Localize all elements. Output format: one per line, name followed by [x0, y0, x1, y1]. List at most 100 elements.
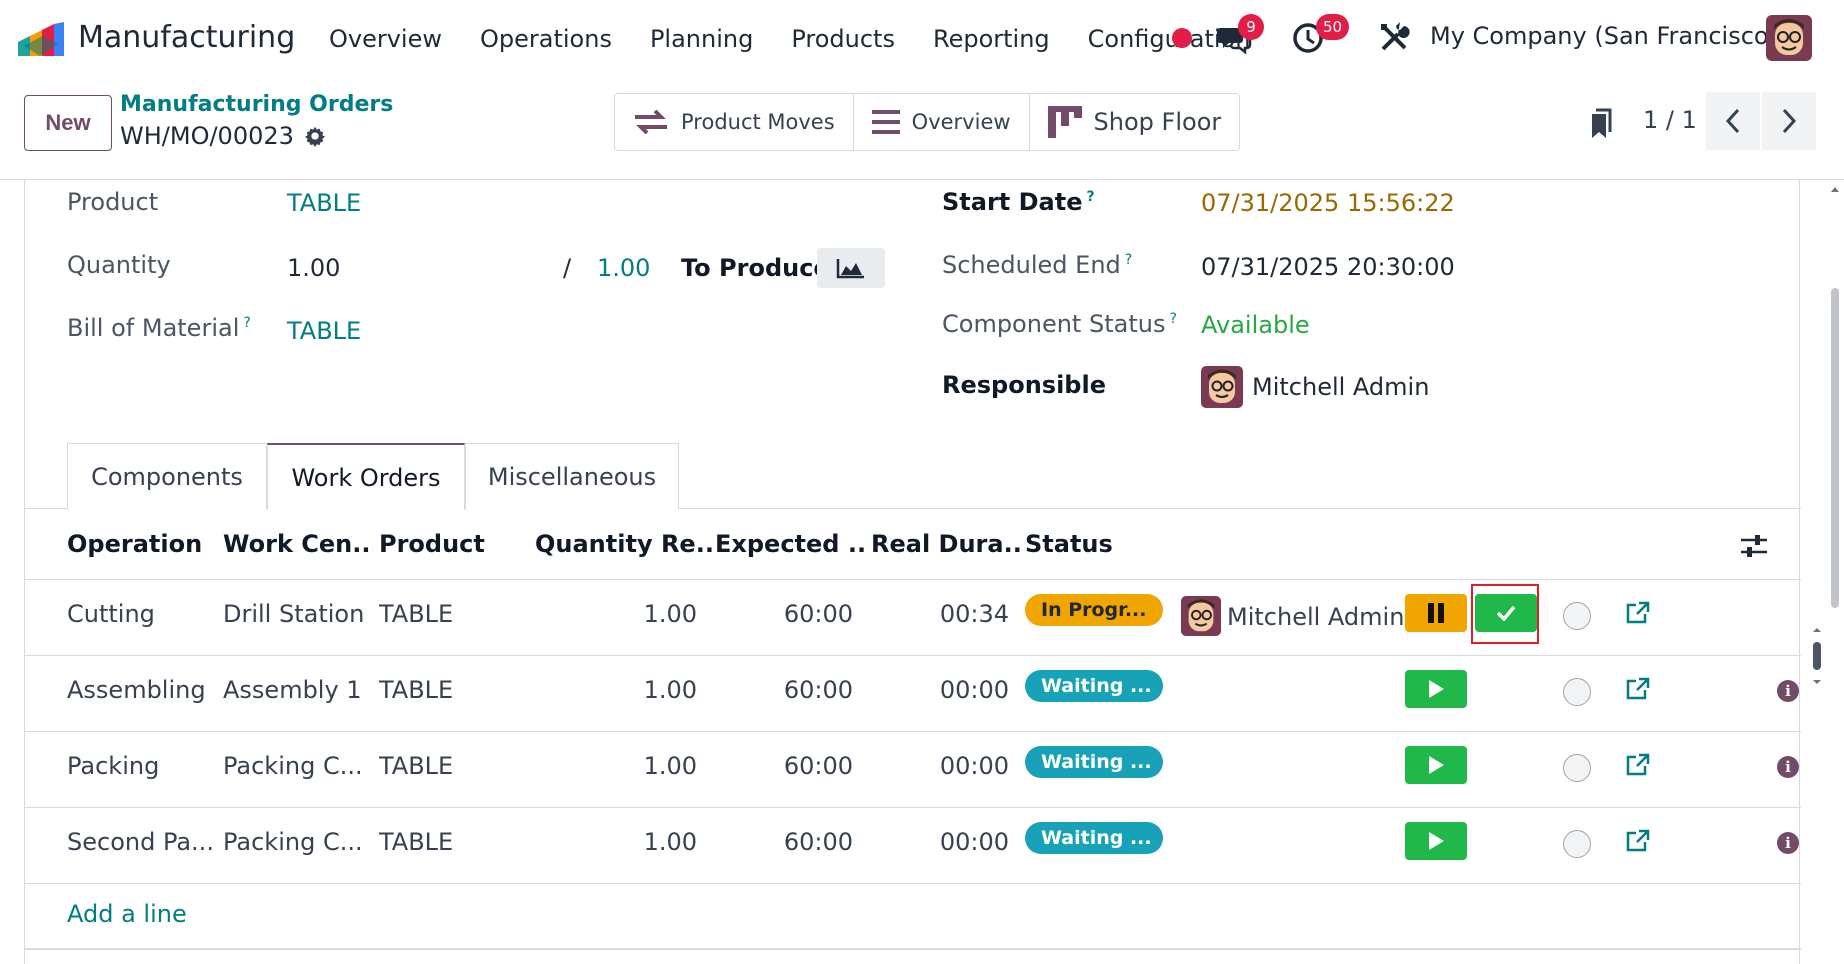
scheduled-end-label-text: Scheduled End: [942, 251, 1121, 279]
table-bottom-divider: [25, 948, 1801, 950]
pager-previous[interactable]: [1706, 92, 1760, 150]
product-cell: TABLE: [379, 600, 454, 628]
col-work-center[interactable]: Work Cen...: [223, 530, 373, 558]
external-link-icon[interactable]: [1625, 828, 1651, 854]
status-badge: In Progr...: [1025, 594, 1163, 626]
product-moves-button[interactable]: Product Moves: [615, 94, 854, 150]
col-operation[interactable]: Operation: [67, 530, 217, 558]
pager-value[interactable]: 1 / 1: [1643, 106, 1697, 134]
col-expected-duration[interactable]: Expected ...: [715, 530, 865, 558]
manufacturing-logo-icon[interactable]: [18, 22, 64, 56]
tools-icon[interactable]: [1376, 20, 1412, 56]
worker-name: Mitchell Admin: [1227, 603, 1405, 631]
overview-button[interactable]: Overview: [854, 94, 1030, 150]
col-real-duration[interactable]: Real Dura...: [871, 530, 1021, 558]
shop-floor-icon: [1047, 106, 1082, 138]
status-badge: Waiting ...: [1025, 746, 1163, 778]
area-chart-icon: [836, 259, 864, 279]
external-link-icon[interactable]: [1625, 600, 1651, 626]
chevron-left-icon: [1725, 108, 1740, 134]
list-icon: [871, 110, 900, 134]
row-select-radio[interactable]: [1563, 678, 1591, 706]
expected-cell: 60:00: [783, 676, 853, 704]
start-date-label: Start Date?: [942, 188, 1095, 216]
quantity-cell: 1.00: [643, 600, 697, 628]
info-icon[interactable]: i: [1777, 832, 1799, 854]
shop-floor-button[interactable]: Shop Floor: [1030, 94, 1240, 150]
quantity-cell: 1.00: [643, 676, 697, 704]
responsible-field[interactable]: Mitchell Admin: [1252, 373, 1429, 401]
breadcrumb-parent[interactable]: Manufacturing Orders: [120, 92, 393, 117]
quantity-total: 1.00: [597, 254, 651, 282]
app-title[interactable]: Manufacturing: [78, 20, 295, 55]
product-cell: TABLE: [379, 828, 454, 856]
forecast-report-button[interactable]: [817, 248, 885, 288]
tab-work-orders[interactable]: Work Orders: [267, 443, 465, 510]
table-row[interactable]: Packing Packing C... TABLE 1.00 60:00 00…: [25, 732, 1801, 808]
add-line-link[interactable]: Add a line: [67, 900, 187, 928]
bom-label: Bill of Material?: [67, 314, 251, 342]
start-date-field[interactable]: 07/31/2025 15:56:22: [1201, 189, 1455, 217]
new-button[interactable]: New: [24, 95, 112, 151]
component-status-label-text: Component Status: [942, 310, 1166, 338]
bom-label-text: Bill of Material: [67, 314, 240, 342]
bookmark-icon[interactable]: [1588, 108, 1612, 140]
product-cell: TABLE: [379, 676, 454, 704]
external-link-icon[interactable]: [1625, 676, 1651, 702]
responsible-avatar: [1201, 366, 1243, 408]
settings-sliders-icon[interactable]: [1741, 534, 1767, 558]
product-cell: TABLE: [379, 752, 454, 780]
scheduled-end-field[interactable]: 07/31/2025 20:30:00: [1201, 253, 1455, 281]
menu-products[interactable]: Products: [772, 22, 914, 56]
component-status-help[interactable]: ?: [1169, 311, 1176, 327]
bom-help[interactable]: ?: [243, 315, 250, 331]
overview-label: Overview: [911, 110, 1011, 134]
bom-field[interactable]: TABLE: [287, 317, 361, 345]
operation-cell: Cutting: [67, 600, 155, 628]
col-status[interactable]: Status: [1025, 530, 1175, 558]
row-select-radio[interactable]: [1563, 602, 1591, 630]
gear-icon[interactable]: [304, 125, 326, 147]
quantity-label: Quantity: [67, 251, 171, 279]
col-quantity[interactable]: Quantity Re...: [535, 530, 715, 558]
start-button[interactable]: [1405, 670, 1467, 708]
user-avatar[interactable]: [1766, 15, 1812, 61]
start-button[interactable]: [1405, 822, 1467, 860]
menu-planning[interactable]: Planning: [631, 22, 772, 56]
chevron-right-icon: [1782, 108, 1797, 134]
table-row[interactable]: Assembling Assembly 1 TABLE 1.00 60:00 0…: [25, 656, 1801, 732]
activities-badge: 50: [1316, 14, 1350, 40]
product-label: Product: [67, 188, 159, 216]
scheduled-end-help[interactable]: ?: [1125, 252, 1132, 268]
page-scrollbar[interactable]: [1826, 180, 1844, 964]
col-product[interactable]: Product: [379, 530, 529, 558]
external-link-icon[interactable]: [1625, 752, 1651, 778]
operation-cell: Second Pa...: [67, 828, 214, 856]
pager-next[interactable]: [1762, 92, 1816, 150]
breadcrumb-current: WH/MO/00023: [120, 122, 326, 150]
responsible-label: Responsible: [942, 371, 1106, 399]
info-icon[interactable]: i: [1777, 680, 1799, 702]
company-switcher[interactable]: My Company (San Francisco): [1430, 22, 1778, 50]
component-status-label: Component Status?: [942, 310, 1177, 338]
info-icon[interactable]: i: [1777, 756, 1799, 778]
product-field[interactable]: TABLE: [287, 189, 361, 217]
expected-cell: 60:00: [783, 828, 853, 856]
real-duration-cell: 00:00: [939, 752, 1009, 780]
pause-button[interactable]: [1405, 594, 1467, 632]
menu-operations[interactable]: Operations: [461, 22, 631, 56]
start-button[interactable]: [1405, 746, 1467, 784]
record-name: WH/MO/00023: [120, 122, 294, 150]
table-row[interactable]: Cutting Drill Station TABLE 1.00 60:00 0…: [25, 580, 1801, 656]
top-navbar: Manufacturing Overview Operations Planni…: [0, 0, 1844, 78]
table-row[interactable]: Second Pa... Packing C... TABLE 1.00 60:…: [25, 808, 1801, 884]
quantity-field[interactable]: 1.00: [287, 254, 340, 282]
row-select-radio[interactable]: [1563, 754, 1591, 782]
inner-scrollbar[interactable]: [1811, 626, 1823, 686]
tab-components[interactable]: Components: [67, 443, 267, 509]
start-date-help[interactable]: ?: [1086, 189, 1094, 205]
tab-miscellaneous[interactable]: Miscellaneous: [465, 443, 679, 509]
menu-overview[interactable]: Overview: [310, 22, 461, 56]
menu-reporting[interactable]: Reporting: [914, 22, 1069, 56]
row-select-radio[interactable]: [1563, 830, 1591, 858]
